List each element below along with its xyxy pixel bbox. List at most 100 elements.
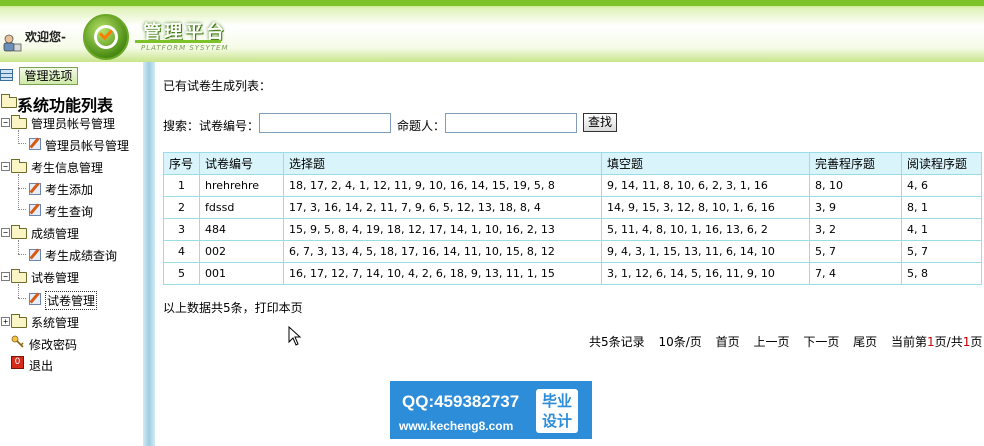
table-header-row: 序号 试卷编号 选择题 填空题 完善程序题 阅读程序题: [163, 152, 982, 175]
cell-fill: 14, 9, 15, 3, 12, 8, 10, 1, 6, 16: [601, 196, 810, 219]
cell-index: 2: [163, 196, 200, 219]
table-row[interactable]: 1 hrehrehre 18, 17, 2, 4, 1, 12, 11, 9, …: [163, 174, 982, 197]
cell-read-program: 4, 6: [901, 174, 982, 197]
col-header-fill: 填空题: [601, 152, 810, 175]
summary-text: 以上数据共5条，打印本页: [163, 301, 303, 315]
brand-underline: [135, 40, 221, 43]
pager-per-page: 10条/页: [658, 335, 702, 349]
cell-choice: 18, 17, 2, 4, 1, 12, 11, 9, 10, 16, 14, …: [283, 174, 602, 197]
folder-open-icon: [11, 159, 27, 173]
cell-choice: 6, 7, 3, 13, 4, 5, 18, 17, 16, 14, 11, 1…: [283, 240, 602, 263]
folder-open-icon: [11, 269, 27, 283]
author-label: 命题人：: [397, 119, 446, 133]
cell-index: 1: [163, 174, 200, 197]
cell-read-program: 5, 8: [901, 262, 982, 285]
collapse-toggle-icon[interactable]: −: [1, 118, 10, 127]
cell-complete-program: 3, 9: [809, 196, 902, 219]
collapse-toggle-icon[interactable]: −: [1, 228, 10, 237]
sidebar-splitter[interactable]: [143, 62, 155, 446]
cell-exam-no: fdssd: [199, 196, 284, 219]
welcome-text: 欢迎您-: [25, 30, 66, 44]
table-row[interactable]: 2 fdssd 17, 3, 16, 14, 2, 11, 7, 9, 6, 5…: [163, 196, 982, 219]
cell-exam-no: 002: [199, 240, 284, 263]
table-row[interactable]: 3 484 15, 9, 5, 8, 4, 19, 18, 12, 17, 14…: [163, 218, 982, 241]
cell-index: 5: [163, 262, 200, 285]
header: 欢迎您- 管理平台 PLATFORM SYSYTEM: [0, 0, 984, 62]
cell-fill: 3, 1, 12, 6, 14, 5, 16, 11, 9, 10: [601, 262, 810, 285]
pager-last-link[interactable]: 尾页: [853, 335, 877, 349]
exam-no-input[interactable]: [259, 113, 391, 133]
tree-group-system[interactable]: 系统管理: [31, 314, 79, 331]
menu-options-button[interactable]: 管理选项: [19, 67, 78, 85]
cell-read-program: 5, 7: [901, 240, 982, 263]
expand-toggle-icon[interactable]: +: [1, 317, 10, 326]
edit-icon: [29, 138, 41, 150]
cell-exam-no: hrehrehre: [199, 174, 284, 197]
tree-item-add-student[interactable]: 考生添加: [45, 181, 93, 198]
list-icon: [0, 69, 13, 81]
edit-icon: [29, 183, 41, 195]
tree-item-query-student[interactable]: 考生查询: [45, 203, 93, 220]
user-icon: [3, 34, 22, 52]
folder-open-icon: [1, 94, 17, 108]
cell-choice: 15, 9, 5, 8, 4, 19, 18, 12, 17, 14, 1, 1…: [283, 218, 602, 241]
change-password-link[interactable]: 修改密码: [29, 336, 77, 353]
tree-item-query-scores[interactable]: 考生成绩查询: [45, 247, 117, 264]
cell-complete-program: 7, 4: [809, 262, 902, 285]
cell-fill: 9, 4, 3, 1, 15, 13, 11, 6, 14, 10: [601, 240, 810, 263]
cell-read-program: 8, 1: [901, 196, 982, 219]
folder-closed-icon: [11, 314, 27, 328]
pager-next-link[interactable]: 下一页: [803, 335, 839, 349]
col-header-complete-program: 完善程序题: [809, 152, 902, 175]
search-label: 搜索：: [163, 119, 200, 133]
cell-exam-no: 484: [199, 218, 284, 241]
cell-choice: 17, 3, 16, 14, 2, 11, 7, 9, 6, 5, 12, 13…: [283, 196, 602, 219]
search-bar: 搜索： 试卷编号： 命题人： 查找: [163, 113, 863, 135]
table-row[interactable]: 4 002 6, 7, 3, 13, 4, 5, 18, 17, 16, 14,…: [163, 240, 982, 263]
edit-icon: [29, 249, 41, 261]
exit-icon: 0: [11, 356, 24, 369]
tree-group-papers[interactable]: 试卷管理: [31, 269, 79, 286]
logout-link[interactable]: 退出: [29, 357, 53, 374]
tree-item-papers[interactable]: 试卷管理: [45, 291, 98, 310]
mouse-cursor-icon: [288, 326, 302, 346]
tree-item-admin-accounts[interactable]: 管理员帐号管理: [45, 137, 129, 154]
search-button[interactable]: 查找: [583, 113, 617, 132]
exam-no-label: 试卷编号：: [199, 119, 260, 133]
col-header-index: 序号: [163, 152, 200, 175]
exam-table: 序号 试卷编号 选择题 填空题 完善程序题 阅读程序题 1 hrehrehre …: [163, 152, 982, 285]
tree-group-scores[interactable]: 成绩管理: [31, 225, 79, 242]
tree-group-admin-accounts[interactable]: 管理员帐号管理: [31, 115, 115, 132]
col-header-choice: 选择题: [283, 152, 602, 175]
author-input[interactable]: [445, 113, 577, 133]
header-top-stripe: [0, 0, 984, 6]
pager-first-link[interactable]: 首页: [716, 335, 740, 349]
watermark-qq: QQ:459382737: [402, 392, 520, 411]
table-row[interactable]: 5 001 16, 17, 12, 7, 14, 10, 4, 2, 6, 18…: [163, 262, 982, 285]
pager-current: 当前第1页/共1页: [891, 335, 983, 349]
tree-group-student-info[interactable]: 考生信息管理: [31, 159, 103, 176]
watermark-banner: QQ:459382737 www.kecheng8.com 毕业 设计: [390, 381, 592, 439]
collapse-toggle-icon[interactable]: −: [1, 162, 10, 171]
cell-read-program: 4, 1: [901, 218, 982, 241]
watermark-url: www.kecheng8.com: [399, 419, 514, 433]
brand-subtitle: PLATFORM SYSYTEM: [141, 44, 229, 52]
pager-prev-link[interactable]: 上一页: [753, 335, 789, 349]
key-icon: [11, 335, 24, 348]
pager-current-page: 1: [927, 335, 935, 349]
col-header-exam-no: 试卷编号: [199, 152, 284, 175]
watermark-badge: 毕业 设计: [536, 389, 578, 433]
logo-icon: [83, 14, 129, 60]
cell-choice: 16, 17, 12, 7, 14, 10, 4, 2, 6, 18, 9, 1…: [283, 262, 602, 285]
cell-fill: 5, 11, 4, 8, 10, 1, 16, 13, 6, 2: [601, 218, 810, 241]
cell-complete-program: 3, 2: [809, 218, 902, 241]
folder-open-icon: [11, 115, 27, 129]
pager-total: 共5条记录: [589, 335, 645, 349]
edit-icon: [29, 204, 41, 216]
collapse-toggle-icon[interactable]: −: [1, 272, 10, 281]
cell-index: 4: [163, 240, 200, 263]
cell-complete-program: 5, 7: [809, 240, 902, 263]
tree-root-label: 系统功能列表: [17, 96, 114, 115]
pagination: 共5条记录 10条/页 首页 上一页 下一页 尾页 当前第1页/共1页: [589, 333, 982, 349]
col-header-read-program: 阅读程序题: [901, 152, 982, 175]
